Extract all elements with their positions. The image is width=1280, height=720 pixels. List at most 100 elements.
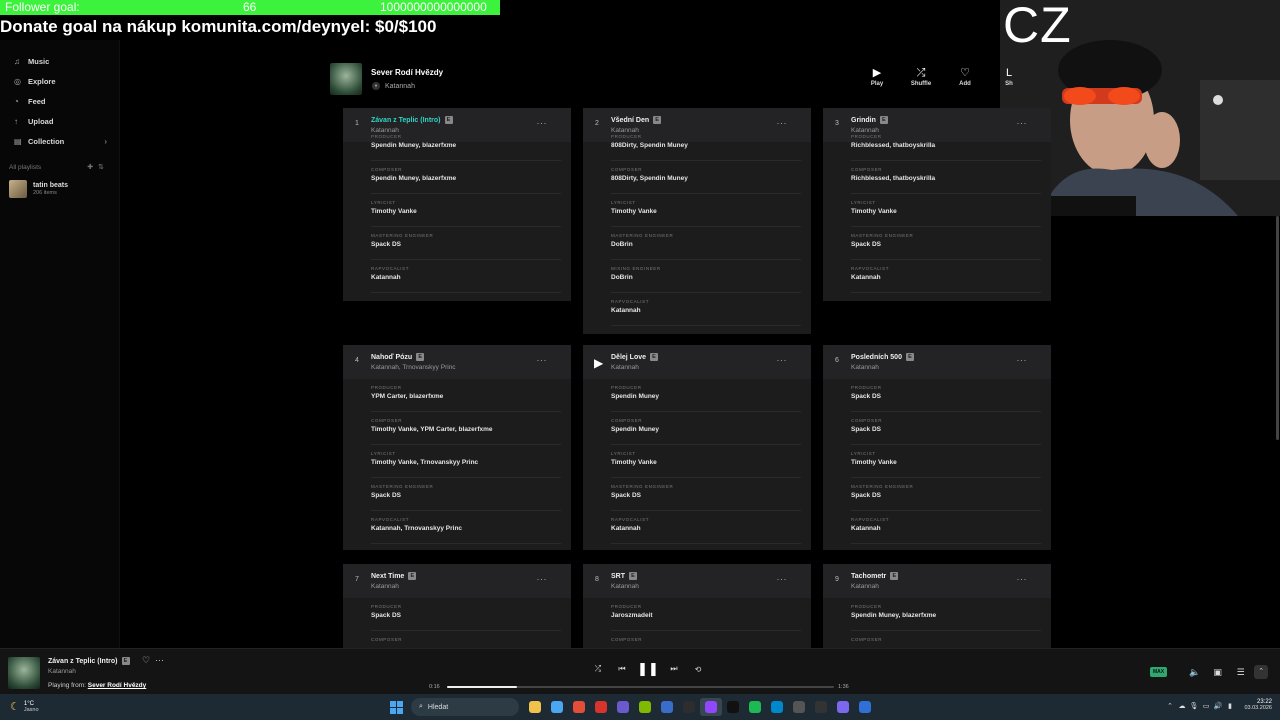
taskbar-app-icon[interactable] (700, 698, 722, 716)
taskbar-app-icon[interactable] (788, 698, 810, 716)
share-album-button[interactable]: L Sh (987, 66, 1031, 87)
network-icon[interactable]: ▭ (1200, 702, 1212, 710)
chevron-right-icon[interactable]: › (104, 137, 107, 146)
chevron-up-icon[interactable]: ⌃ (1164, 702, 1176, 710)
album-cover[interactable] (330, 63, 362, 95)
taskbar-app-icon[interactable] (810, 698, 832, 716)
taskbar-app-icon[interactable] (744, 698, 766, 716)
shuffle-icon[interactable]: ⤮ (586, 664, 610, 674)
previous-icon[interactable]: ⏮ (610, 664, 634, 674)
credit-name[interactable]: Katannah (371, 274, 401, 281)
track-title[interactable]: Grindin E (851, 116, 888, 124)
next-icon[interactable]: ⏭ (662, 664, 686, 674)
track-artist[interactable]: Katannah (611, 583, 639, 590)
track-card[interactable]: 8 SRT E Katannah ··· PRODUCER Jaroszmadeit COMP… (583, 564, 811, 648)
album-title[interactable]: Sever Rodí Hvězdy (371, 68, 443, 77)
credit-name[interactable]: Spack DS (851, 393, 881, 400)
track-artist[interactable]: Katannah (851, 364, 879, 371)
play-album-button[interactable]: ▶ Play (855, 66, 899, 87)
credit-name[interactable]: Katannah (611, 307, 641, 314)
more-options-icon[interactable]: ··· (537, 574, 548, 584)
taskbar-app-icon[interactable] (568, 698, 590, 716)
track-card[interactable]: 6 Posledních 500 E Katannah ··· PRODUCER Spack… (823, 345, 1051, 550)
sidebar-item-music[interactable]: ♫ Music (0, 51, 119, 71)
credit-name[interactable]: Timothy Vanke (611, 459, 657, 466)
track-card-header[interactable]: 7 Next Time E Katannah ··· (343, 564, 571, 598)
credit-name[interactable]: Spack DS (371, 241, 401, 248)
sort-icon[interactable]: ⇅ (98, 164, 109, 171)
hover-play-icon[interactable]: ▶ (594, 356, 603, 370)
track-artist[interactable]: Katannah (371, 583, 399, 590)
taskbar-app-icon[interactable] (722, 698, 744, 716)
track-title[interactable]: Nahoď Pózu E (371, 353, 425, 361)
credit-name[interactable]: Timothy Vanke (851, 208, 897, 215)
track-card[interactable]: 1 Závan z Teplic (Intro) E Katannah ··· PRODU… (343, 108, 571, 301)
credit-name[interactable]: Richblessed, thatboyskrilla (851, 142, 935, 149)
more-options-icon[interactable]: ··· (1017, 118, 1028, 128)
track-title[interactable]: Posledních 500 E (851, 353, 914, 361)
credit-name[interactable]: Timothy Vanke, YPM Carter, blazerfxme (371, 426, 493, 433)
playing-from-link[interactable]: Sever Rodí Hvězdy (88, 682, 147, 689)
track-title[interactable]: Dělej Love E (611, 353, 659, 361)
shuffle-album-button[interactable]: ⤮ Shuffle (899, 66, 943, 87)
credit-name[interactable]: Spendin Muney, blazerfxme (371, 142, 456, 149)
pause-button[interactable]: ❚❚ (634, 661, 662, 677)
credit-name[interactable]: Timothy Vanke (851, 459, 897, 466)
more-options-icon[interactable]: ··· (777, 355, 788, 365)
more-options-icon[interactable]: ··· (1017, 574, 1028, 584)
credit-name[interactable]: Spack DS (371, 492, 401, 499)
add-album-button[interactable]: ♡ Add (943, 66, 987, 87)
taskbar-app-icon[interactable] (612, 698, 634, 716)
credit-name[interactable]: Spendin Muney, blazerfxme (851, 612, 936, 619)
credit-name[interactable]: Jaroszmadeit (611, 612, 653, 619)
credit-name[interactable]: Spack DS (851, 426, 881, 433)
album-artist[interactable]: ● Katannah (372, 82, 415, 90)
add-playlist-icon[interactable]: ✚ (87, 164, 98, 171)
credit-name[interactable]: 808Dirty, Spendin Muney (611, 175, 688, 182)
sidebar-item-upload[interactable]: ↑ Upload (0, 111, 119, 131)
sidebar-item-feed[interactable]: ◔ Feed (0, 91, 119, 111)
now-playing-title[interactable]: Závan z Teplic (Intro) E (48, 657, 130, 665)
taskbar-search[interactable]: ⌕ Hledat (411, 698, 519, 716)
output-device-icon[interactable]: ▣ (1206, 667, 1229, 678)
credit-name[interactable]: DoBrin (611, 274, 633, 281)
track-title[interactable]: Tachometr E (851, 572, 899, 580)
track-card-header[interactable]: 4 Nahoď Pózu E Katannah, Trnovanskyy Princ ·… (343, 345, 571, 379)
track-card[interactable]: 5Dělej LoveEKatannah···PRODUCERSpendin M… (583, 345, 811, 550)
track-card[interactable]: 3 Grindin E Katannah ··· PRODUCER Richblessed,… (823, 108, 1051, 301)
credit-name[interactable]: Spack DS (851, 241, 881, 248)
track-artist[interactable]: Katannah, Trnovanskyy Princ (371, 364, 456, 371)
track-artist[interactable]: Katannah (851, 583, 879, 590)
credit-name[interactable]: 808Dirty, Spendin Muney (611, 142, 688, 149)
windows-start-icon[interactable] (390, 701, 403, 714)
credit-name[interactable]: Timothy Vanke (371, 208, 417, 215)
track-card[interactable]: 2 Všední Den E Katannah ··· PRODUCER 808Dirty,… (583, 108, 811, 334)
queue-icon[interactable]: ☰ (1229, 667, 1252, 678)
track-title[interactable]: Závan z Teplic (Intro) E (371, 116, 453, 124)
track-title[interactable]: Všední Den E (611, 116, 662, 124)
taskbar-app-icon[interactable] (656, 698, 678, 716)
track-card-header[interactable]: 5Dělej LoveEKatannah··· (583, 345, 811, 379)
weather-widget[interactable]: ☾ 1°C Jasno (10, 700, 39, 714)
credit-name[interactable]: Spack DS (851, 492, 881, 499)
track-title[interactable]: Next Time E (371, 572, 417, 580)
taskbar-app-icon[interactable] (590, 698, 612, 716)
credit-name[interactable]: Katannah (851, 274, 881, 281)
more-options-icon[interactable]: ··· (1017, 355, 1028, 365)
expand-icon[interactable]: ⌃ (1254, 665, 1269, 679)
credit-name[interactable]: Katannah (851, 525, 881, 532)
track-card[interactable]: 7 Next Time E Katannah ··· PRODUCER Spack DS CO… (343, 564, 571, 648)
taskbar-app-icon[interactable] (678, 698, 700, 716)
track-card[interactable]: 9 Tachometr E Katannah ··· PRODUCER Spendin Mu… (823, 564, 1051, 648)
heart-icon[interactable]: ♡ (142, 655, 150, 666)
credit-name[interactable]: Spack DS (611, 492, 641, 499)
volume-icon[interactable]: 🔈 (1183, 667, 1206, 678)
taskbar-app-icon[interactable] (634, 698, 656, 716)
quality-badge[interactable]: MAX (1150, 667, 1168, 677)
track-card-header[interactable]: 6 Posledních 500 E Katannah ··· (823, 345, 1051, 379)
repeat-icon[interactable]: ⟲ (686, 665, 710, 674)
battery-icon[interactable]: ▮ (1224, 702, 1236, 710)
credit-name[interactable]: Katannah, Trnovanskyy Princ (371, 525, 462, 532)
sidebar-item-collection[interactable]: ▤ Collection › (0, 131, 119, 151)
track-card-header[interactable]: 8 SRT E Katannah ··· (583, 564, 811, 598)
